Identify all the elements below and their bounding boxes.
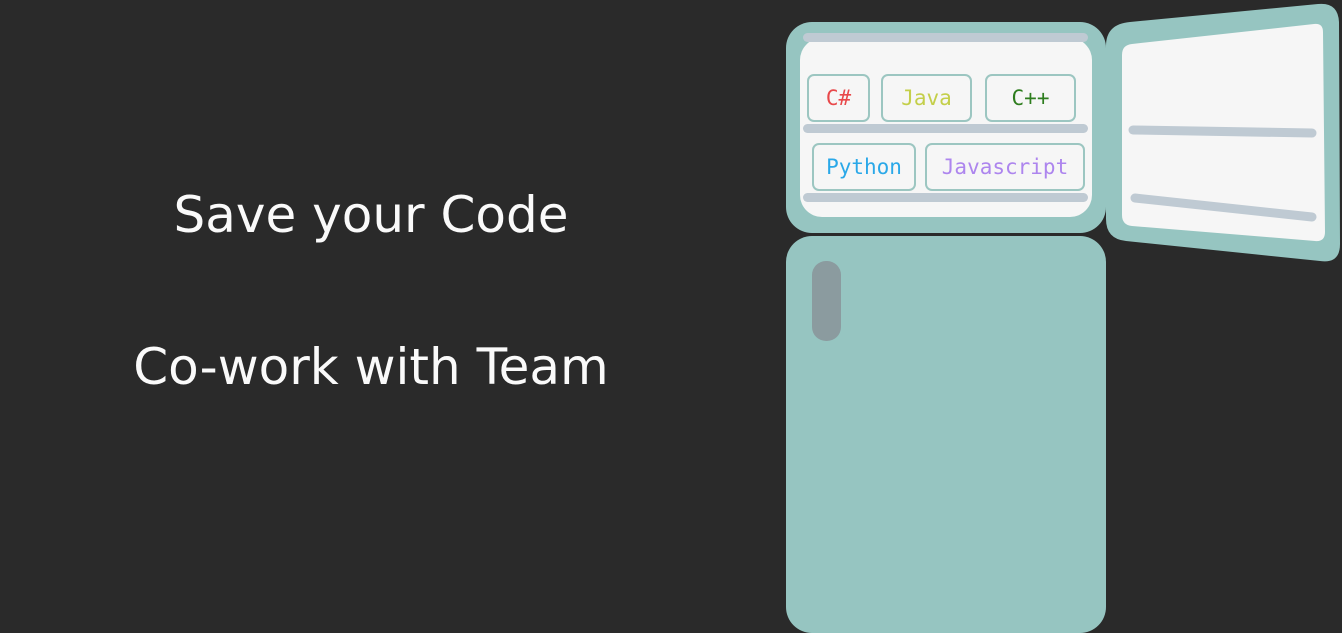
fridge-open-door [1106, 3, 1340, 262]
fridge-handle[interactable] [812, 261, 841, 341]
door-shelf-upper [1128, 125, 1317, 138]
